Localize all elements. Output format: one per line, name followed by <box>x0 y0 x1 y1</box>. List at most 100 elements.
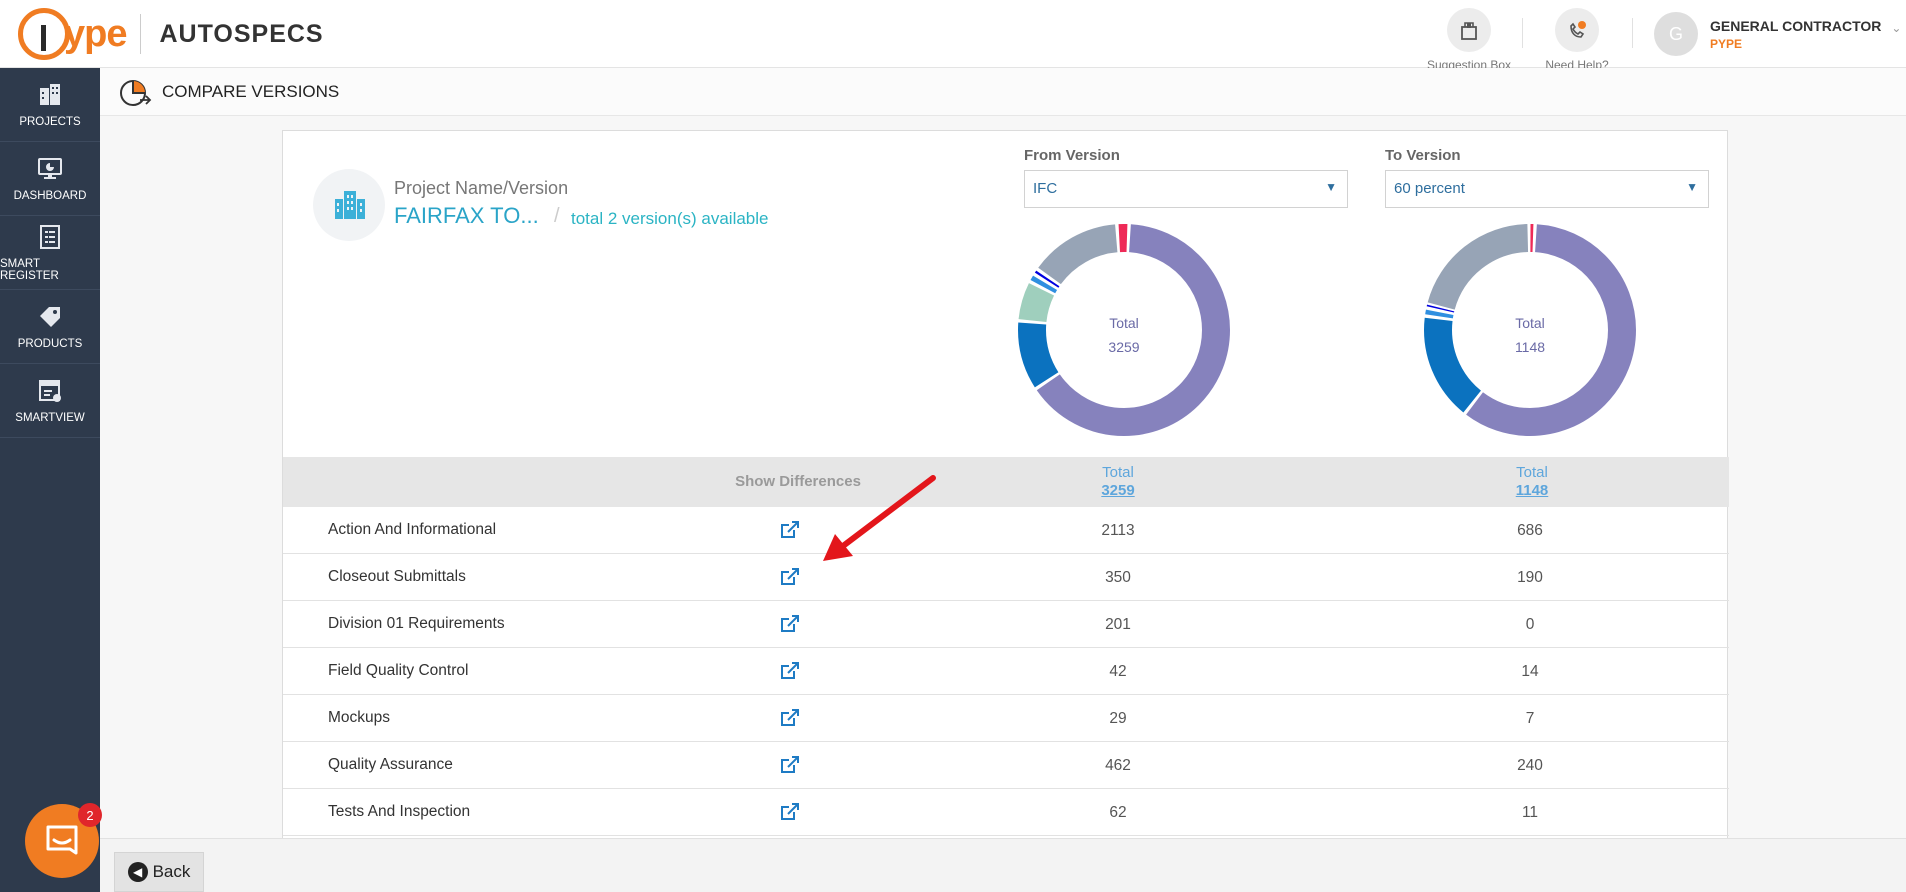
table-row: Tests And Inspection 62 11 <box>283 789 1729 836</box>
row-from-value: 2113 <box>1101 522 1135 539</box>
row-name: Closeout Submittals <box>328 568 466 585</box>
sidebar-item-label: PRODUCTS <box>17 337 83 350</box>
from-total-header: Total 3259 <box>1058 464 1178 499</box>
avatar: G <box>1654 12 1698 56</box>
from-donut-total-value: 3259 <box>1108 339 1140 355</box>
external-link-icon[interactable] <box>779 660 801 682</box>
top-bar: ype AUTOSPECS Suggestion Box Need Help? … <box>0 0 1906 72</box>
building-icon <box>40 83 60 105</box>
back-arrow-icon: ◀ <box>127 862 148 882</box>
table-row: Division 01 Requirements 201 0 <box>283 601 1729 648</box>
row-name: Quality Assurance <box>328 756 453 773</box>
external-link-icon[interactable] <box>779 566 801 588</box>
main-area: COMPARE VERSIONS Project Name/Version FA… <box>100 68 1906 892</box>
chat-notification-badge: 2 <box>78 803 102 827</box>
row-from-value: 462 <box>1105 757 1131 774</box>
suggestion-box-icon <box>1447 8 1491 52</box>
row-name: Field Quality Control <box>328 662 469 679</box>
row-from-value: 62 <box>1109 804 1127 821</box>
row-name: Division 01 Requirements <box>328 615 505 632</box>
table-row: Field Quality Control 42 14 <box>283 648 1729 695</box>
sidebar-item-products[interactable]: PRODUCTS <box>0 290 100 364</box>
to-donut-total-label: Total <box>1515 315 1545 331</box>
chevron-down-icon: ⌄ <box>1891 21 1902 35</box>
external-link-icon[interactable] <box>779 707 801 729</box>
project-icon <box>313 169 385 241</box>
tag-icon <box>40 306 60 327</box>
user-name: GENERAL CONTRACTOR <box>1710 17 1882 34</box>
app-name: AUTOSPECS <box>159 19 324 48</box>
pype-logo[interactable]: ype AUTOSPECS <box>18 6 324 62</box>
to-total-label: Total <box>1516 464 1548 481</box>
row-from-value: 42 <box>1109 663 1127 680</box>
row-to-value: 686 <box>1517 522 1543 539</box>
sidebar-item-smart-register[interactable]: SMART REGISTER <box>0 216 100 290</box>
logo-mark <box>18 8 70 60</box>
page-header: COMPARE VERSIONS <box>100 68 1906 116</box>
row-name: Tests And Inspection <box>328 803 471 820</box>
project-total-versions: total 2 version(s) available <box>571 209 769 228</box>
header-divider <box>1632 18 1633 48</box>
to-donut-total-value: 1148 <box>1514 339 1546 355</box>
need-help-button[interactable]: Need Help? <box>1522 8 1632 72</box>
logo-brand: ype <box>64 12 127 55</box>
sidebar-item-projects[interactable]: PROJECTS <box>0 68 100 142</box>
row-to-value: 190 <box>1517 569 1543 586</box>
register-icon <box>40 224 60 249</box>
building-icon <box>335 191 365 219</box>
sidebar-item-label: PROJECTS <box>19 115 81 128</box>
from-version-value: IFC <box>1033 180 1058 197</box>
help-phone-icon <box>1555 8 1599 52</box>
to-total-header: Total 1148 <box>1472 464 1592 499</box>
user-org: PYPE <box>1710 36 1743 51</box>
external-link-icon[interactable] <box>779 754 801 776</box>
compare-card: Project Name/Version FAIRFAX TO... / tot… <box>282 130 1729 840</box>
to-version-value: 60 percent <box>1394 180 1465 197</box>
sidebar-item-smartview[interactable]: SMARTVIEW <box>0 364 100 438</box>
sidebar-item-label: SMART REGISTER <box>0 257 59 282</box>
from-total-link[interactable]: 3259 <box>1058 482 1178 499</box>
monitor-icon <box>38 157 62 179</box>
row-name: Action And Informational <box>328 521 497 538</box>
from-version-label: From Version <box>1024 147 1120 164</box>
row-from-value: 350 <box>1105 569 1131 586</box>
show-differences-header: Show Differences <box>735 473 861 490</box>
sidebar: PROJECTS DASHBOARD SMART REGISTER PRODUC… <box>0 68 100 892</box>
user-menu[interactable]: G GENERAL CONTRACTOR PYPE ⌄ <box>1654 12 1901 56</box>
table-row: Quality Assurance 462 240 <box>283 742 1729 789</box>
back-button[interactable]: ◀ Back <box>114 852 204 892</box>
project-separator: / <box>554 205 560 227</box>
table-row: Mockups 29 7 <box>283 695 1729 742</box>
page-title: COMPARE VERSIONS <box>162 81 340 101</box>
project-label: Project Name/Version <box>394 178 569 198</box>
row-to-value: 0 <box>1525 616 1535 633</box>
suggestion-box-button[interactable]: Suggestion Box <box>1414 8 1524 72</box>
table-row: Action And Informational 2113 686 <box>283 507 1729 554</box>
to-version-select[interactable]: 60 percent ▼ <box>1385 170 1709 208</box>
from-donut-total-label: Total <box>1109 315 1139 331</box>
project-name[interactable]: FAIRFAX TO... <box>394 203 539 229</box>
sidebar-item-label: DASHBOARD <box>13 189 87 202</box>
back-label: Back <box>152 862 191 881</box>
smartview-icon <box>39 379 61 402</box>
table-header: Show Differences Total 3259 Total 1148 <box>283 457 1729 507</box>
dropdown-caret-icon: ▼ <box>1325 180 1337 194</box>
row-to-value: 14 <box>1521 663 1539 680</box>
external-link-icon[interactable] <box>779 519 801 541</box>
dropdown-caret-icon: ▼ <box>1686 180 1698 194</box>
sidebar-item-label: SMARTVIEW <box>15 411 85 424</box>
row-from-value: 201 <box>1105 616 1131 633</box>
row-to-value: 11 <box>1521 804 1539 821</box>
bottom-bar <box>100 838 1906 892</box>
to-total-link[interactable]: 1148 <box>1472 482 1592 499</box>
external-link-icon[interactable] <box>779 801 801 823</box>
sidebar-item-dashboard[interactable]: DASHBOARD <box>0 142 100 216</box>
compare-versions-icon <box>120 79 152 106</box>
from-version-select[interactable]: IFC ▼ <box>1024 170 1348 208</box>
chat-icon <box>46 825 78 855</box>
row-name: Mockups <box>328 709 391 726</box>
external-link-icon[interactable] <box>779 613 801 635</box>
table-row: Closeout Submittals 350 190 <box>283 554 1729 601</box>
row-to-value: 240 <box>1517 757 1543 774</box>
from-total-label: Total <box>1102 464 1134 481</box>
